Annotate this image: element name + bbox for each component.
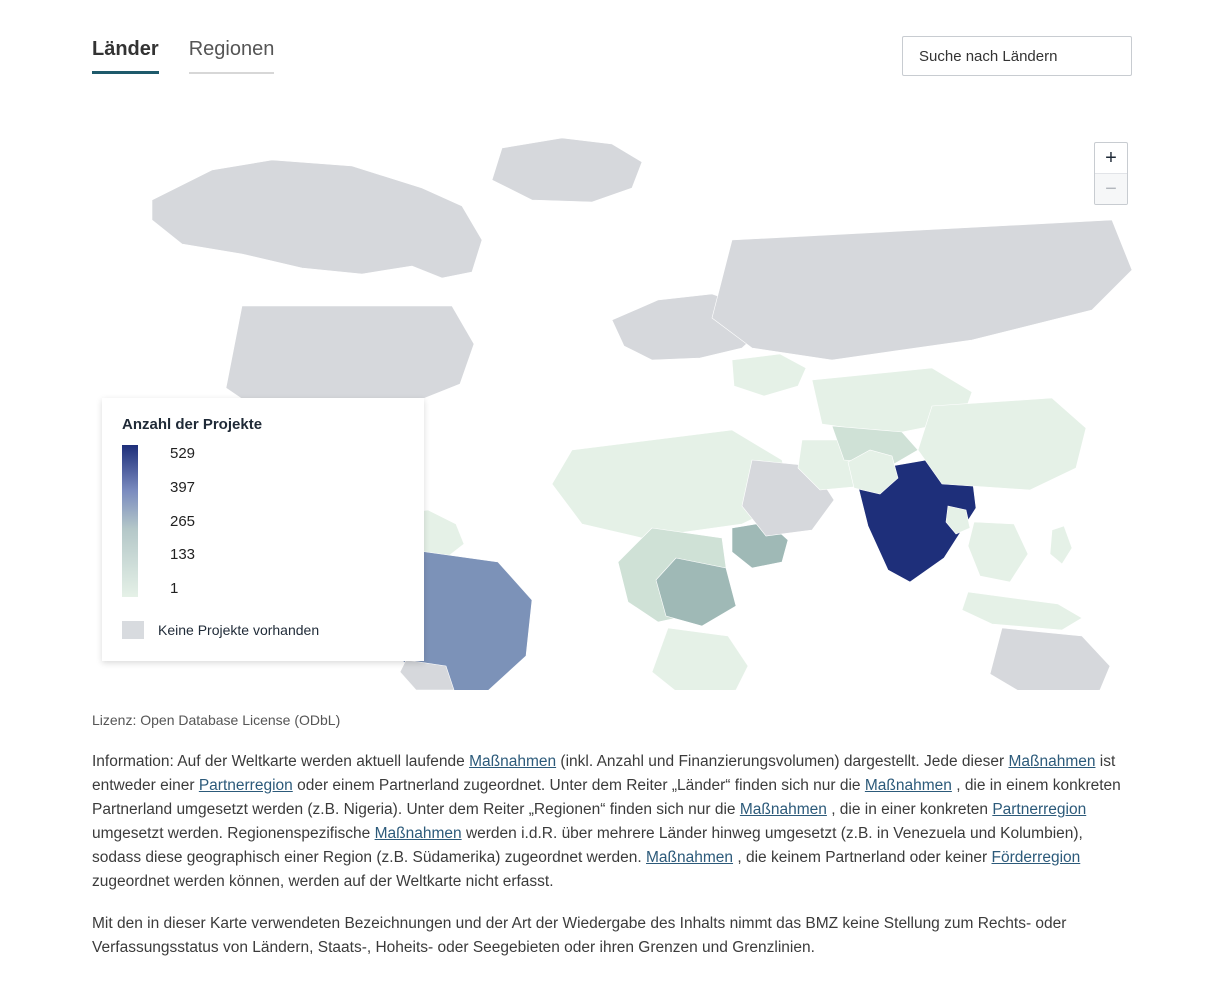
link-massnahmen[interactable]: Maßnahmen [646, 849, 733, 866]
link-foerderregion[interactable]: Förderregion [992, 849, 1081, 866]
info-text: Information: Auf der Weltkarte werden ak… [92, 753, 469, 770]
region-russia[interactable] [712, 220, 1132, 360]
zoom-control: + − [1094, 142, 1128, 205]
legend-tick: 265 [170, 513, 195, 530]
region-australia[interactable] [990, 628, 1110, 690]
link-partnerregion[interactable]: Partnerregion [199, 777, 293, 794]
region-greenland[interactable] [492, 138, 642, 202]
zoom-in-button[interactable]: + [1095, 143, 1127, 173]
legend-tick: 397 [170, 479, 195, 496]
legend-tick: 1 [170, 580, 195, 597]
disclaimer-paragraph: Mit den in dieser Karte verwendeten Beze… [92, 912, 1132, 960]
info-text: , die keinem Partnerland oder keiner [737, 849, 991, 866]
region-philippines[interactable] [1050, 526, 1072, 564]
legend-tick: 529 [170, 445, 195, 462]
info-text: (inkl. Anzahl und Finanzierungsvolumen) … [560, 753, 1008, 770]
link-massnahmen[interactable]: Maßnahmen [375, 825, 462, 842]
link-partnerregion[interactable]: Partnerregion [992, 801, 1086, 818]
legend-no-data: Keine Projekte vorhanden [122, 621, 404, 639]
legend-tick: 133 [170, 546, 195, 563]
info-text: umgesetzt werden. Regionenspezifische [92, 825, 375, 842]
license-text: Lizenz: Open Database License (ODbL) [92, 712, 1132, 728]
legend-scale: 529 397 265 133 1 [122, 445, 404, 597]
legend-gradient [122, 445, 138, 597]
link-massnahmen[interactable]: Maßnahmen [1008, 753, 1095, 770]
tabs: Länder Regionen [92, 38, 274, 74]
link-massnahmen[interactable]: Maßnahmen [469, 753, 556, 770]
link-massnahmen[interactable]: Maßnahmen [740, 801, 827, 818]
info-paragraph: Information: Auf der Weltkarte werden ak… [92, 750, 1132, 894]
region-seasia-mainland[interactable] [968, 522, 1028, 582]
link-massnahmen[interactable]: Maßnahmen [865, 777, 952, 794]
region-china[interactable] [918, 398, 1086, 490]
zoom-out-button[interactable]: − [1095, 174, 1127, 204]
minus-icon: − [1105, 178, 1117, 201]
tab-countries[interactable]: Länder [92, 38, 159, 74]
legend-ticks: 529 397 265 133 1 [170, 445, 195, 597]
info-text: zugeordnet werden können, werden auf der… [92, 873, 554, 890]
info-text: oder einem Partnerland zugeordnet. Unter… [297, 777, 865, 794]
region-dr-congo[interactable] [656, 558, 736, 626]
region-southern-africa[interactable] [652, 628, 748, 690]
country-search-input[interactable] [917, 47, 1117, 66]
top-bar: Länder Regionen [92, 36, 1132, 76]
legend-no-data-label: Keine Projekte vorhanden [158, 622, 319, 638]
region-ukraine[interactable] [732, 354, 806, 396]
tab-regions[interactable]: Regionen [189, 38, 275, 74]
map-legend: Anzahl der Projekte 529 397 265 133 1 Ke… [102, 398, 424, 661]
country-search[interactable] [902, 36, 1132, 76]
legend-no-data-swatch [122, 621, 144, 639]
world-map[interactable]: + − Anzahl der Projekte 529 397 265 133 … [92, 130, 1132, 690]
plus-icon: + [1105, 147, 1117, 170]
legend-title: Anzahl der Projekte [122, 416, 404, 433]
info-text: , die in einer konkreten [831, 801, 992, 818]
region-indonesia[interactable] [962, 592, 1082, 630]
region-canada[interactable] [152, 160, 482, 278]
